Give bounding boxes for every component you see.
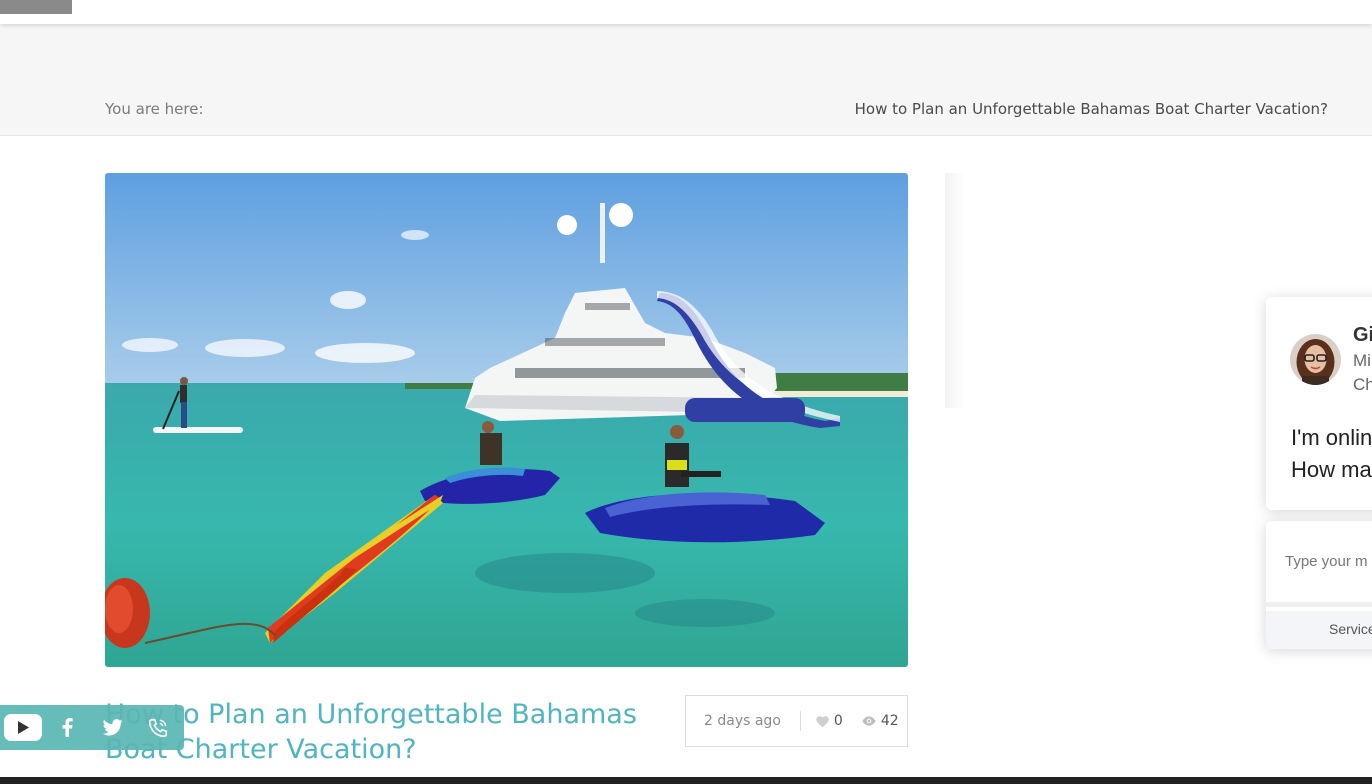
agent-name: Gi bbox=[1353, 324, 1372, 346]
youtube-icon bbox=[3, 714, 42, 741]
like-button[interactable]: 0 bbox=[815, 713, 843, 729]
heart-icon bbox=[816, 715, 829, 727]
facebook-button[interactable] bbox=[45, 705, 90, 750]
chat-greeting-question: How ma bbox=[1291, 457, 1372, 482]
breadcrumb: You are here: How to Plan an Unforgettab… bbox=[0, 24, 1372, 136]
post-featured-image[interactable] bbox=[105, 173, 908, 667]
post-date: 2 days ago bbox=[704, 713, 781, 729]
breadcrumb-label: You are here: bbox=[105, 100, 204, 118]
post-meta: 2 days ago 0 42 bbox=[685, 695, 908, 747]
agent-company: Ch bbox=[1353, 375, 1372, 394]
chat-greeting: I'm onlin bbox=[1291, 425, 1372, 450]
bottom-bar bbox=[0, 777, 1372, 784]
phone-button[interactable] bbox=[135, 705, 180, 750]
meta-divider bbox=[799, 711, 801, 731]
agent-role: Mi bbox=[1353, 351, 1371, 370]
top-header-bar bbox=[0, 0, 1372, 24]
twitter-icon bbox=[102, 719, 123, 736]
post-title[interactable]: How to Plan an Unforgettable Bahamas Boa… bbox=[105, 697, 645, 767]
chat-footer-link[interactable]: Service bbox=[1266, 611, 1372, 649]
sidebar-widget bbox=[945, 173, 965, 408]
like-count: 0 bbox=[833, 713, 843, 729]
site-logo[interactable] bbox=[0, 0, 72, 14]
chat-message-input[interactable] bbox=[1266, 521, 1372, 607]
chat-input-panel: Service bbox=[1266, 521, 1372, 649]
facebook-icon bbox=[62, 718, 73, 737]
twitter-button[interactable] bbox=[90, 705, 135, 750]
social-share-bar bbox=[0, 705, 184, 750]
views-counter: 42 bbox=[861, 713, 899, 729]
phone-icon bbox=[148, 718, 167, 737]
view-count: 42 bbox=[880, 713, 899, 729]
youtube-button[interactable] bbox=[0, 705, 45, 750]
chat-widget[interactable]: Gi Mi Ch I'm onlin How ma bbox=[1266, 297, 1372, 510]
breadcrumb-current-page: How to Plan an Unforgettable Bahamas Boa… bbox=[854, 100, 1328, 118]
eye-icon bbox=[862, 716, 876, 726]
avatar bbox=[1290, 334, 1341, 385]
